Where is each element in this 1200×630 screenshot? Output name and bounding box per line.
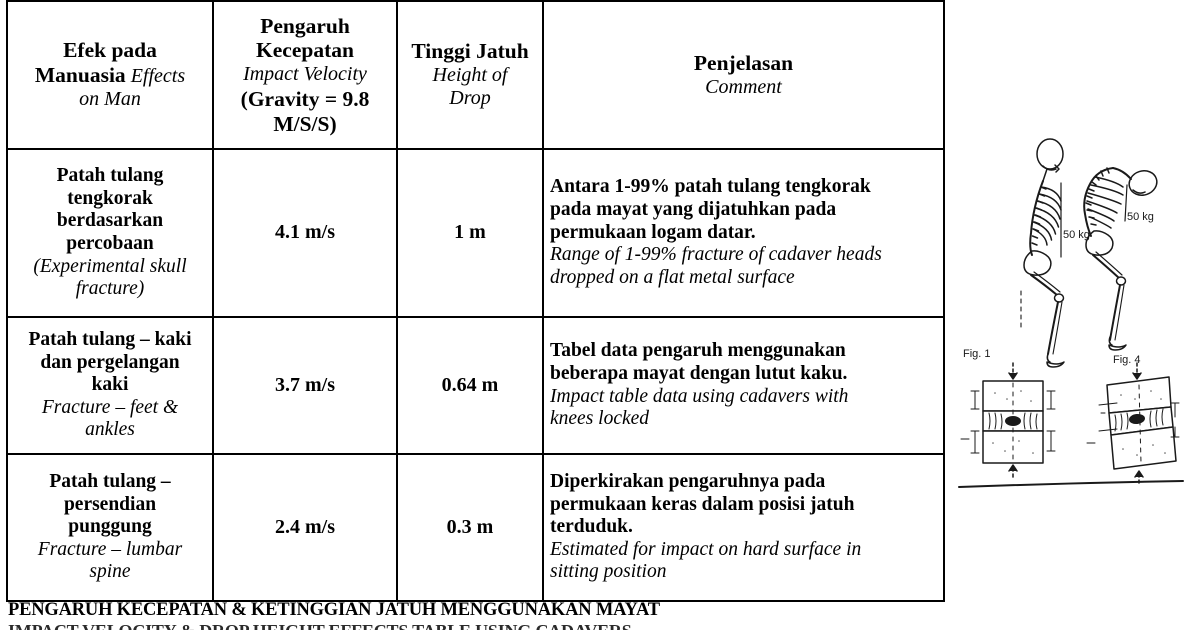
table-header-row: Efek pada Manuasia Effects on Man Pengar… bbox=[6, 0, 945, 150]
comment-line: beberapa mayat dengan lutut kaku. bbox=[550, 362, 848, 384]
header-line: Penjelasan bbox=[693, 50, 794, 75]
caption-line-english: IMPACT VELOCITY & DROP HEIGHT EFFECTS TA… bbox=[8, 621, 988, 630]
header-line: on Man bbox=[79, 88, 141, 111]
header-line: Tinggi Jatuh bbox=[411, 39, 529, 64]
table-row: Patah tulang – persendian punggung Fract… bbox=[6, 453, 945, 602]
comment-line-en: Impact table data using cadavers with bbox=[550, 385, 849, 407]
effect-line-en: Fracture – feet & bbox=[41, 396, 179, 418]
comment-line-en: knees locked bbox=[550, 408, 650, 430]
cell-impact-velocity: 3.7 m/s bbox=[212, 316, 398, 455]
effect-line-en: spine bbox=[89, 561, 131, 583]
cell-impact-velocity: 4.1 m/s bbox=[212, 148, 398, 318]
table-row: Patah tulang – kaki dan pergelangan kaki… bbox=[6, 316, 945, 455]
header-line: Drop bbox=[449, 87, 491, 110]
cell-effect-on-man: Patah tulang – kaki dan pergelangan kaki… bbox=[6, 316, 214, 455]
column-header-comment: Penjelasan Comment bbox=[542, 0, 945, 150]
ground-line bbox=[958, 480, 1184, 488]
header-line: (Gravity = 9.8 bbox=[240, 86, 370, 111]
comment-line: pada mayat yang dijatuhkan pada bbox=[550, 199, 837, 221]
comment-line: terduduk. bbox=[550, 516, 633, 538]
header-line: Pengaruh bbox=[260, 13, 350, 38]
weight-label-right: 50 kg bbox=[1127, 211, 1154, 223]
cell-height-of-drop: 0.3 m bbox=[396, 453, 544, 602]
table-caption: PENGARUH KECEPATAN & KETINGGIAN JATUH ME… bbox=[8, 600, 988, 630]
comment-line: permukaan logam datar. bbox=[550, 221, 756, 243]
header-line: Efek pada bbox=[63, 38, 157, 63]
header-line: Height of bbox=[432, 64, 508, 87]
document-page: Efek pada Manuasia Effects on Man Pengar… bbox=[0, 0, 1200, 630]
effect-line: persendian bbox=[63, 493, 157, 515]
effect-line: berdasarkan bbox=[56, 210, 164, 232]
effect-line-en: Fracture – lumbar bbox=[37, 538, 183, 560]
effect-line-en: ankles bbox=[85, 419, 135, 441]
header-line: Comment bbox=[705, 75, 782, 98]
column-header-impact-velocity: Pengaruh Kecepatan Impact Velocity (Grav… bbox=[212, 0, 398, 150]
comment-line-en: sitting position bbox=[550, 561, 667, 583]
illustration-svg: 50 kg 50 kg Fig. 1 Fig. 4 bbox=[958, 138, 1184, 488]
comment-line: Antara 1-99% patah tulang tengkorak bbox=[550, 176, 871, 198]
effect-line: Patah tulang – bbox=[49, 470, 171, 492]
effect-line: percobaan bbox=[66, 233, 154, 254]
cell-effect-on-man: Patah tulang tengkorak berdasarkan perco… bbox=[6, 148, 214, 318]
impact-table: Efek pada Manuasia Effects on Man Pengar… bbox=[6, 0, 945, 602]
cell-comment: Diperkirakan pengaruhnya pada permukaan … bbox=[542, 453, 945, 602]
comment-line: permukaan keras dalam posisi jatuh bbox=[550, 493, 855, 515]
effect-line: dan pergelangan bbox=[40, 351, 180, 373]
cell-height-of-drop: 0.64 m bbox=[396, 316, 544, 455]
header-line: M/S/S) bbox=[273, 111, 337, 136]
cell-height-of-drop: 1 m bbox=[396, 148, 544, 318]
cell-comment: Antara 1-99% patah tulang tengkorak pada… bbox=[542, 148, 945, 318]
effect-line-en: fracture) bbox=[75, 278, 145, 300]
impact-table-container: Efek pada Manuasia Effects on Man Pengar… bbox=[6, 0, 945, 602]
header-line: Kecepatan bbox=[256, 38, 354, 63]
cell-impact-velocity: 2.4 m/s bbox=[212, 453, 398, 602]
skeleton-left bbox=[1020, 138, 1065, 368]
table-row: Patah tulang tengkorak berdasarkan perco… bbox=[6, 148, 945, 318]
effect-line: Patah tulang – kaki bbox=[28, 328, 192, 350]
cell-comment: Tabel data pengaruh menggunakan beberapa… bbox=[542, 316, 945, 455]
comment-line-en: Range of 1-99% fracture of cadaver heads bbox=[550, 244, 882, 266]
effect-line: Patah tulang bbox=[56, 165, 164, 187]
disc-diagram-left bbox=[960, 362, 1056, 478]
fig-label-left: Fig. 1 bbox=[963, 348, 991, 360]
header-line: Manuasia Effects bbox=[34, 63, 186, 88]
effect-line: tengkorak bbox=[67, 187, 153, 209]
comment-line-en: Estimated for impact on hard surface in bbox=[550, 538, 862, 560]
caption-line-indonesian: PENGARUH KECEPATAN & KETINGGIAN JATUH ME… bbox=[8, 600, 660, 620]
cell-effect-on-man: Patah tulang – persendian punggung Fract… bbox=[6, 453, 214, 602]
comment-line: Tabel data pengaruh menggunakan bbox=[550, 340, 846, 362]
comment-line-en: dropped on a flat metal surface bbox=[550, 266, 795, 288]
disc-diagram-right bbox=[1086, 362, 1180, 484]
column-header-height-of-drop: Tinggi Jatuh Height of Drop bbox=[396, 0, 544, 150]
column-header-effects-on-man: Efek pada Manuasia Effects on Man bbox=[6, 0, 214, 150]
cadaver-impact-illustration: 50 kg 50 kg Fig. 1 Fig. 4 bbox=[955, 135, 1195, 495]
header-line: Impact Velocity bbox=[243, 63, 367, 86]
comment-line: Diperkirakan pengaruhnya pada bbox=[550, 470, 826, 492]
effect-line: kaki bbox=[91, 374, 129, 396]
weight-label-left: 50 kg bbox=[1063, 229, 1090, 241]
effect-line: punggung bbox=[68, 516, 152, 538]
skeleton-right bbox=[1083, 167, 1158, 351]
effect-line-en: (Experimental skull bbox=[33, 255, 187, 277]
